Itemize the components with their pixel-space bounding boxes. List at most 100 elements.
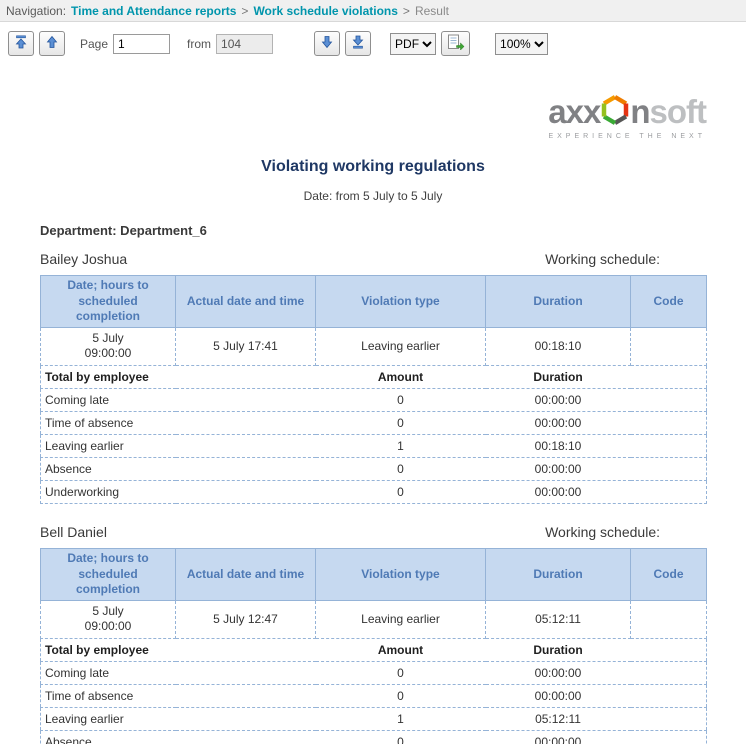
report-toolbar: Page from PDF 100% bbox=[0, 22, 746, 64]
employee-name: Bailey Joshua bbox=[40, 251, 127, 267]
total-label: Leaving earlier bbox=[41, 707, 316, 730]
cell-empty bbox=[631, 411, 707, 434]
total-duration: 00:00:00 bbox=[486, 411, 631, 434]
employee-name: Bell Daniel bbox=[40, 524, 107, 540]
previous-page-button[interactable] bbox=[39, 31, 65, 56]
report-title: Violating working regulations bbox=[40, 158, 706, 176]
export-report-icon bbox=[447, 34, 465, 53]
total-duration: 00:00:00 bbox=[486, 457, 631, 480]
total-label: Coming late bbox=[41, 388, 316, 411]
cell-duration: 00:18:10 bbox=[486, 327, 631, 365]
zoom-select[interactable]: 100% bbox=[495, 33, 548, 55]
cell-violation-type: Leaving earlier bbox=[316, 327, 486, 365]
total-duration: 00:00:00 bbox=[486, 388, 631, 411]
logo-text-axx: axx bbox=[548, 95, 600, 128]
violations-table: Date; hours to scheduled completion Actu… bbox=[40, 275, 707, 504]
total-amount: 0 bbox=[316, 684, 486, 707]
arrow-up-to-bar-icon bbox=[14, 35, 28, 52]
cell-empty bbox=[631, 457, 707, 480]
total-row: Absence 0 00:00:00 bbox=[41, 457, 707, 480]
working-schedule-label: Working schedule: bbox=[545, 251, 660, 267]
employee-section: Bailey Joshua Working schedule: Date; ho… bbox=[40, 251, 706, 504]
cell-scheduled-date: 5 July 09:00:00 bbox=[41, 600, 176, 638]
col-header-type: Violation type bbox=[316, 276, 486, 328]
duration-header: Duration bbox=[486, 638, 631, 661]
logo-tagline: EXPERIENCE THE NEXT bbox=[548, 133, 706, 140]
total-header-row: Total by employee Amount Duration bbox=[41, 638, 707, 661]
total-label: Coming late bbox=[41, 661, 316, 684]
first-page-button[interactable] bbox=[8, 31, 34, 56]
col-header-code: Code bbox=[631, 548, 707, 600]
col-header-code: Code bbox=[631, 276, 707, 328]
hexagon-logo-icon bbox=[601, 95, 629, 130]
col-header-type: Violation type bbox=[316, 548, 486, 600]
cell-empty bbox=[631, 434, 707, 457]
format-select[interactable]: PDF bbox=[390, 33, 436, 55]
violation-date-line: 5 July bbox=[45, 604, 171, 620]
total-amount: 0 bbox=[316, 411, 486, 434]
breadcrumb-label: Navigation: bbox=[6, 4, 66, 18]
arrow-down-icon bbox=[320, 35, 334, 52]
col-header-actual: Actual date and time bbox=[176, 276, 316, 328]
cell-empty bbox=[631, 388, 707, 411]
total-row: Coming late 0 00:00:00 bbox=[41, 388, 707, 411]
total-row: Time of absence 0 00:00:00 bbox=[41, 684, 707, 707]
next-page-button[interactable] bbox=[314, 31, 340, 56]
col-header-actual: Actual date and time bbox=[176, 548, 316, 600]
total-amount: 0 bbox=[316, 480, 486, 503]
breadcrumb-separator: > bbox=[403, 4, 410, 18]
total-row: Coming late 0 00:00:00 bbox=[41, 661, 707, 684]
total-duration: 00:00:00 bbox=[486, 684, 631, 707]
page-number-input[interactable] bbox=[113, 34, 170, 54]
cell-duration: 05:12:11 bbox=[486, 600, 631, 638]
breadcrumb-separator: > bbox=[241, 4, 248, 18]
total-amount: 1 bbox=[316, 434, 486, 457]
breadcrumb: Navigation: Time and Attendance reports … bbox=[0, 0, 746, 22]
total-row: Underworking 0 00:00:00 bbox=[41, 480, 707, 503]
cell-empty bbox=[631, 661, 707, 684]
total-label: Leaving earlier bbox=[41, 434, 316, 457]
violation-time-line: 09:00:00 bbox=[45, 346, 171, 362]
cell-code bbox=[631, 327, 707, 365]
amount-header: Amount bbox=[316, 365, 486, 388]
logo-text-soft: soft bbox=[650, 95, 707, 128]
cell-empty bbox=[631, 730, 707, 744]
total-label: Underworking bbox=[41, 480, 316, 503]
total-amount: 0 bbox=[316, 388, 486, 411]
cell-empty bbox=[631, 707, 707, 730]
total-amount: 0 bbox=[316, 457, 486, 480]
total-pages-field bbox=[216, 34, 273, 54]
cell-empty bbox=[631, 480, 707, 503]
cell-actual-datetime: 5 July 17:41 bbox=[176, 327, 316, 365]
last-page-button[interactable] bbox=[345, 31, 371, 56]
cell-empty bbox=[631, 684, 707, 707]
table-header-row: Date; hours to scheduled completion Actu… bbox=[41, 548, 707, 600]
amount-header: Amount bbox=[316, 638, 486, 661]
breadcrumb-link-time-attendance[interactable]: Time and Attendance reports bbox=[71, 4, 236, 18]
cell-scheduled-date: 5 July 09:00:00 bbox=[41, 327, 176, 365]
arrow-down-to-bar-icon bbox=[351, 35, 365, 52]
breadcrumb-link-work-schedule[interactable]: Work schedule violations bbox=[253, 4, 397, 18]
total-row: Time of absence 0 00:00:00 bbox=[41, 411, 707, 434]
logo-text-n: n bbox=[630, 95, 649, 128]
from-label: from bbox=[187, 37, 211, 51]
cell-violation-type: Leaving earlier bbox=[316, 600, 486, 638]
total-row: Absence 0 00:00:00 bbox=[41, 730, 707, 744]
export-button[interactable] bbox=[441, 31, 470, 56]
total-amount: 1 bbox=[316, 707, 486, 730]
report-page: axx n soft EXPERIENCE THE NEXT Violating… bbox=[0, 94, 746, 744]
report-date-range: Date: from 5 July to 5 July bbox=[40, 189, 706, 203]
total-duration: 00:18:10 bbox=[486, 434, 631, 457]
total-amount: 0 bbox=[316, 730, 486, 744]
violations-table: Date; hours to scheduled completion Actu… bbox=[40, 548, 707, 744]
total-label: Time of absence bbox=[41, 684, 316, 707]
total-by-employee-label: Total by employee bbox=[41, 365, 316, 388]
duration-header: Duration bbox=[486, 365, 631, 388]
cell-actual-datetime: 5 July 12:47 bbox=[176, 600, 316, 638]
violation-row: 5 July 09:00:00 5 July 17:41 Leaving ear… bbox=[41, 327, 707, 365]
col-header-date: Date; hours to scheduled completion bbox=[41, 548, 176, 600]
total-row: Leaving earlier 1 05:12:11 bbox=[41, 707, 707, 730]
total-duration: 00:00:00 bbox=[486, 480, 631, 503]
violation-row: 5 July 09:00:00 5 July 12:47 Leaving ear… bbox=[41, 600, 707, 638]
total-amount: 0 bbox=[316, 661, 486, 684]
